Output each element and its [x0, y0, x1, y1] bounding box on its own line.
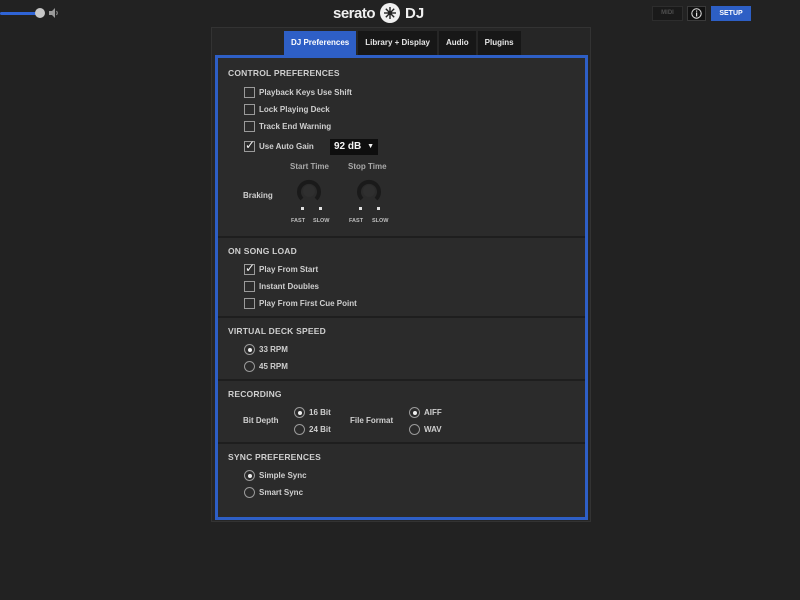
aiff-option[interactable]: AIFF [409, 407, 442, 418]
bit-24-radio[interactable] [294, 424, 305, 435]
option-label: AIFF [424, 408, 442, 417]
play-from-start-option[interactable]: Play From Start [244, 261, 319, 275]
track-end-warning-option[interactable]: Track End Warning [244, 121, 331, 132]
start-time-label: Start Time [290, 162, 329, 171]
setup-button[interactable]: SETUP [711, 6, 751, 21]
playback-keys-use-shift-checkbox[interactable] [244, 87, 255, 98]
stop-fast-label: FAST [349, 218, 364, 224]
section-title: VIRTUAL DECK SPEED [228, 326, 326, 336]
use-auto-gain-option[interactable]: Use Auto Gain [244, 138, 314, 152]
wav-option[interactable]: WAV [409, 424, 442, 435]
start-slow-marker [319, 207, 322, 210]
bit-depth-label: Bit Depth [243, 416, 279, 425]
option-label: Use Auto Gain [259, 142, 314, 151]
lock-playing-deck-option[interactable]: Lock Playing Deck [244, 104, 330, 115]
section-title: ON SONG LOAD [228, 246, 297, 256]
rpm-45-radio[interactable] [244, 361, 255, 372]
tab-library-display[interactable]: Library + Display [358, 31, 437, 55]
logo-dj: DJ [405, 4, 425, 22]
setup-panel: DJ Preferences Library + Display Audio P… [211, 27, 591, 522]
tab-audio[interactable]: Audio [438, 31, 476, 55]
wav-radio[interactable] [409, 424, 420, 435]
setup-tabs: DJ Preferences Library + Display Audio P… [284, 31, 521, 55]
option-label: Lock Playing Deck [259, 105, 330, 114]
rpm-45-option[interactable]: 45 RPM [244, 361, 288, 372]
option-label: Smart Sync [259, 488, 304, 497]
braking-label: Braking [243, 191, 273, 200]
section-title: SYNC PREFERENCES [228, 452, 321, 462]
serato-logo: serato DJ [333, 3, 424, 23]
auto-gain-value: 92 dB [334, 141, 362, 152]
master-volume-handle[interactable] [35, 8, 45, 18]
bit-24-option[interactable]: 24 Bit [294, 424, 331, 435]
option-label: 16 Bit [309, 408, 331, 417]
master-volume-slider[interactable] [0, 12, 40, 15]
virtual-deck-speed-section: VIRTUAL DECK SPEED 33 RPM 45 RPM [218, 318, 585, 381]
smart-sync-option[interactable]: Smart Sync [244, 487, 303, 498]
playback-keys-use-shift-option[interactable]: Playback Keys Use Shift [244, 87, 352, 98]
stop-slow-label: SLOW [372, 218, 389, 224]
stop-fast-marker [359, 207, 362, 210]
start-slow-label: SLOW [313, 218, 330, 224]
dropdown-arrow-icon: ▼ [367, 143, 374, 150]
simple-sync-radio[interactable] [244, 470, 255, 481]
option-label: 33 RPM [259, 345, 288, 354]
lock-playing-deck-checkbox[interactable] [244, 104, 255, 115]
stop-time-knob[interactable] [356, 178, 382, 204]
simple-sync-option[interactable]: Simple Sync [244, 470, 307, 481]
recording-section: RECORDING Bit Depth 16 Bit 24 Bit File F… [218, 381, 585, 444]
instant-doubles-option[interactable]: Instant Doubles [244, 281, 319, 292]
section-title: RECORDING [228, 389, 282, 399]
top-bar: serato DJ MIDI SETUP [0, 0, 800, 26]
aiff-radio[interactable] [409, 407, 420, 418]
play-from-start-checkbox[interactable] [244, 261, 255, 275]
play-from-first-cue-point-checkbox[interactable] [244, 298, 255, 309]
on-song-load-section: ON SONG LOAD Play From Start Instant Dou… [218, 238, 585, 318]
tab-dj-preferences[interactable]: DJ Preferences [284, 31, 357, 55]
bit-16-radio[interactable] [294, 407, 305, 418]
stop-slow-marker [377, 207, 380, 210]
info-icon [691, 8, 702, 19]
info-button[interactable] [687, 6, 706, 21]
sync-preferences-section: SYNC PREFERENCES Simple Sync Smart Sync [218, 444, 585, 517]
option-label: Playback Keys Use Shift [259, 88, 352, 97]
option-label: 45 RPM [259, 362, 288, 371]
option-label: WAV [424, 425, 442, 434]
dj-preferences-content: CONTROL PREFERENCES Playback Keys Use Sh… [215, 55, 588, 520]
speaker-icon [49, 8, 58, 18]
stop-time-label: Stop Time [348, 162, 387, 171]
smart-sync-radio[interactable] [244, 487, 255, 498]
option-label: Instant Doubles [259, 282, 320, 291]
rpm-33-option[interactable]: 33 RPM [244, 344, 288, 355]
file-format-label: File Format [350, 416, 394, 425]
option-label: Track End Warning [259, 122, 332, 131]
section-title: CONTROL PREFERENCES [228, 68, 340, 78]
use-auto-gain-checkbox[interactable] [244, 138, 255, 152]
track-end-warning-checkbox[interactable] [244, 121, 255, 132]
start-fast-label: FAST [291, 218, 306, 224]
bit-16-option[interactable]: 16 Bit [294, 407, 331, 418]
auto-gain-select[interactable]: 92 dB ▼ [330, 139, 378, 155]
play-from-first-cue-point-option[interactable]: Play From First Cue Point [244, 298, 357, 309]
instant-doubles-checkbox[interactable] [244, 281, 255, 292]
tab-plugins[interactable]: Plugins [477, 31, 521, 55]
option-label: 24 Bit [309, 425, 331, 434]
option-label: Simple Sync [259, 471, 307, 480]
rpm-33-radio[interactable] [244, 344, 255, 355]
option-label: Play From Start [259, 265, 319, 274]
logo-word: serato [333, 4, 376, 22]
midi-button[interactable]: MIDI [652, 6, 683, 21]
serato-mark-icon [380, 3, 401, 23]
control-preferences-section: CONTROL PREFERENCES Playback Keys Use Sh… [218, 58, 585, 238]
start-fast-marker [301, 207, 304, 210]
option-label: Play From First Cue Point [259, 299, 357, 308]
start-time-knob[interactable] [296, 178, 322, 204]
